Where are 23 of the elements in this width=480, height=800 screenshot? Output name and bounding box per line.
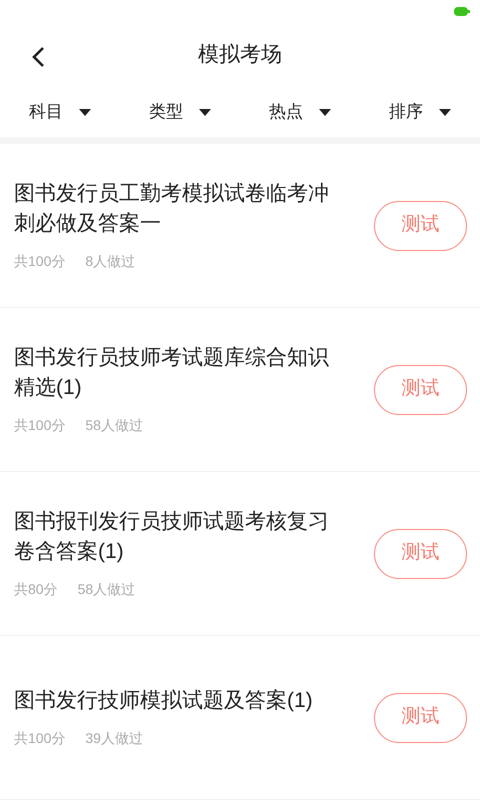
caret-icon — [79, 108, 91, 116]
battery-icon — [454, 7, 470, 16]
chevron-left-icon — [31, 46, 45, 68]
paper-title: 图书发行员技师考试题库综合知识精选(1) — [14, 345, 330, 401]
taken-count: 58人做过 — [85, 416, 143, 435]
filter-dropdown[interactable]: 科目 — [0, 99, 120, 125]
paper-title: 图书发行员工勤考模拟试卷临考冲刺必做及答案一 — [14, 181, 330, 237]
page-title: 模拟考场 — [198, 42, 282, 68]
taken-count: 39人做过 — [85, 729, 143, 748]
paper-title: 图书发行技师模拟试题及答案(1) — [14, 688, 314, 714]
filter-dropdown[interactable]: 排序 — [360, 99, 480, 125]
total-score: 共100分 — [14, 416, 66, 435]
taken-count: 8人做过 — [85, 252, 136, 271]
filter-dropdown[interactable]: 热点 — [240, 99, 360, 125]
filter-dropdown[interactable]: 类型 — [120, 99, 240, 125]
caret-icon — [199, 108, 211, 116]
caret-icon — [319, 108, 331, 116]
total-score: 共80分 — [14, 580, 58, 599]
total-score: 共100分 — [14, 729, 66, 748]
caret-icon — [439, 108, 451, 116]
paper-title: 图书报刊发行员技师试题考核复习卷含答案(1) — [14, 509, 330, 565]
total-score: 共100分 — [14, 252, 66, 271]
taken-count: 58人做过 — [78, 580, 136, 599]
